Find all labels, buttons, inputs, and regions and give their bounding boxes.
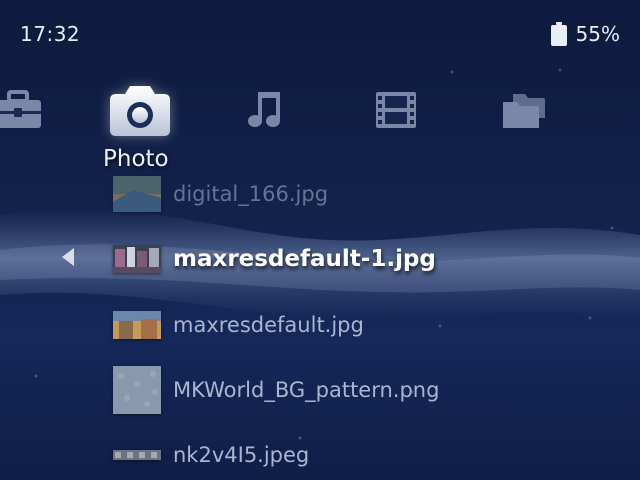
file-thumbnail xyxy=(113,176,161,212)
category-photo[interactable] xyxy=(108,78,172,142)
camera-icon xyxy=(110,86,170,136)
back-arrow-icon[interactable] xyxy=(62,248,76,266)
battery-percent: 55% xyxy=(575,22,620,46)
file-thumbnail xyxy=(113,245,161,273)
file-item-selected[interactable]: maxresdefault-1.jpg xyxy=(113,239,436,279)
file-item[interactable]: maxresdefault.jpg xyxy=(113,305,364,345)
file-name: digital_166.jpg xyxy=(173,182,329,206)
file-name: maxresdefault.jpg xyxy=(173,313,364,337)
file-thumbnail xyxy=(113,311,161,339)
folders-icon xyxy=(503,94,545,128)
file-name: nk2v4I5.jpeg xyxy=(173,443,310,467)
file-thumbnail xyxy=(113,450,161,460)
category-music[interactable] xyxy=(234,78,298,142)
file-name: MKWorld_BG_pattern.png xyxy=(173,378,440,402)
category-video[interactable] xyxy=(364,78,428,142)
music-note-icon xyxy=(248,92,280,127)
file-name: maxresdefault-1.jpg xyxy=(173,246,436,272)
file-item[interactable]: nk2v4I5.jpeg xyxy=(113,435,309,475)
file-item[interactable]: digital_166.jpg xyxy=(113,174,328,214)
category-label: Photo xyxy=(103,146,169,172)
category-files[interactable] xyxy=(492,78,556,142)
xmb-screen: 17:32 55% Photo digital_166.jpg maxresde… xyxy=(0,0,640,480)
battery-icon xyxy=(550,22,567,46)
clock-time: 17:32 xyxy=(20,22,81,46)
file-item[interactable]: MKWorld_BG_pattern.png xyxy=(113,366,439,414)
file-thumbnail xyxy=(113,366,161,414)
battery-status: 55% xyxy=(550,22,620,46)
category-toolbox[interactable] xyxy=(0,78,50,142)
toolbox-icon xyxy=(0,90,41,128)
film-icon xyxy=(376,92,416,128)
